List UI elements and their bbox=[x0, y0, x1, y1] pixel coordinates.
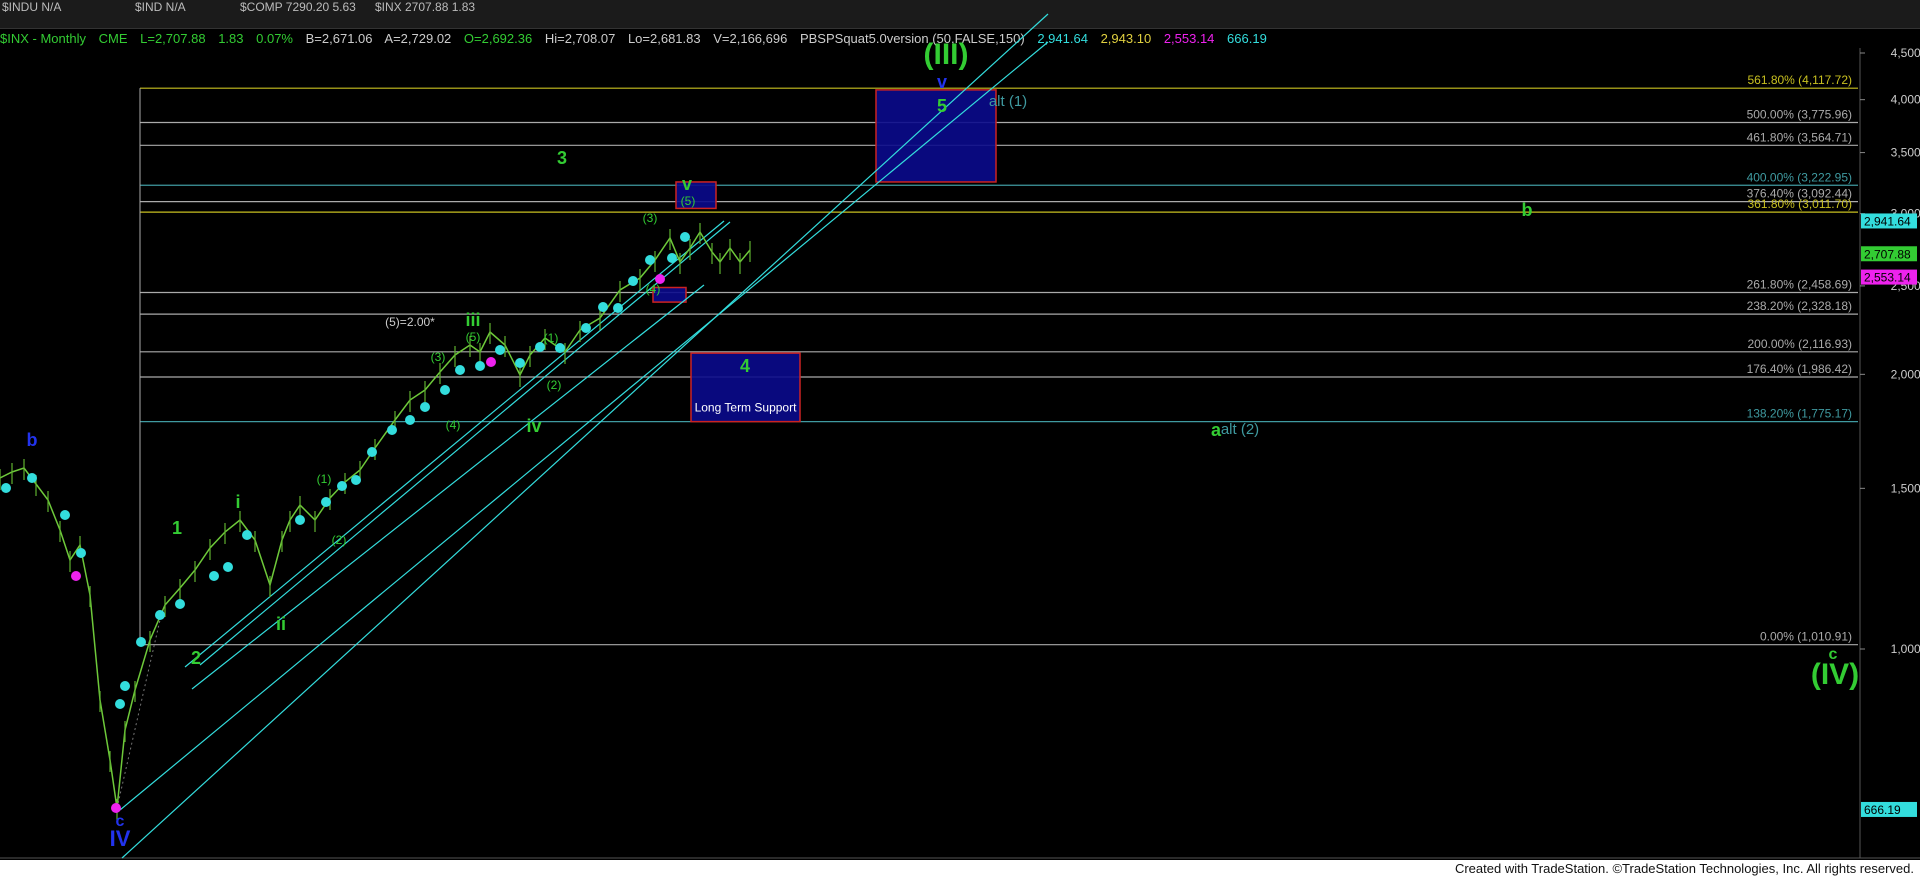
pivot-point bbox=[71, 571, 81, 581]
fib-label: 500.00% (3,775.96) bbox=[1747, 108, 1852, 122]
wave-label: (1) bbox=[317, 472, 332, 486]
wave-label: (5)=2.00* bbox=[385, 315, 435, 329]
swing-point bbox=[680, 232, 690, 242]
wave-label: (3) bbox=[643, 211, 658, 225]
wave-label: iii bbox=[465, 310, 480, 330]
wave-label: 5 bbox=[937, 96, 947, 116]
swing-point bbox=[120, 681, 130, 691]
wave-label: i bbox=[235, 492, 240, 512]
fib-label: 238.20% (2,328.18) bbox=[1747, 299, 1852, 313]
swing-point bbox=[405, 415, 415, 425]
swing-point bbox=[455, 365, 465, 375]
wave-label: (5) bbox=[466, 330, 481, 344]
price-tag-label: 2,707.88 bbox=[1864, 247, 1911, 261]
price-chart[interactable]: 561.80% (4,117.72) 500.00% (3,775.96) 461.… bbox=[0, 0, 1920, 878]
pivot-point bbox=[111, 803, 121, 813]
price-series bbox=[0, 230, 751, 809]
swing-point bbox=[667, 253, 677, 263]
y-tick-label: 1,500.00 bbox=[1891, 481, 1920, 495]
wave-label: alt (2) bbox=[1221, 421, 1259, 438]
wave-label: 3 bbox=[557, 148, 567, 168]
box-label: Long Term Support bbox=[695, 401, 798, 415]
fib-label: 361.80% (3,011.70) bbox=[1747, 197, 1852, 211]
copyright-footer: Created with TradeStation. ©TradeStation… bbox=[1452, 861, 1916, 876]
fib-label: 461.80% (3,564.71) bbox=[1747, 130, 1852, 144]
wave-label: ii bbox=[276, 614, 286, 634]
swing-point bbox=[351, 475, 361, 485]
dotted-connector bbox=[116, 619, 161, 809]
y-tick-label: 4,000.00 bbox=[1891, 93, 1920, 107]
wave-label: (III) bbox=[924, 38, 969, 71]
price-tag-label: 2,553.14 bbox=[1864, 271, 1911, 285]
wave-label: (3) bbox=[431, 350, 446, 364]
swing-point bbox=[387, 425, 397, 435]
fib-label: 0.00% (1,010.91) bbox=[1760, 630, 1852, 644]
fib-label: 400.00% (3,222.95) bbox=[1747, 170, 1852, 184]
swing-point bbox=[136, 637, 146, 647]
swing-point bbox=[60, 510, 70, 520]
wave-label: b bbox=[27, 430, 38, 450]
fib-label: 261.80% (2,458.69) bbox=[1747, 278, 1852, 292]
wave-label: (5) bbox=[681, 194, 696, 208]
fib-label: 200.00% (2,116.93) bbox=[1747, 337, 1852, 351]
swing-point bbox=[645, 255, 655, 265]
y-tick-label: 2,000.00 bbox=[1891, 367, 1920, 381]
y-tick-label: 1,000.00 bbox=[1891, 642, 1920, 656]
swing-point bbox=[367, 447, 377, 457]
wave-label: 4 bbox=[740, 356, 750, 376]
swing-point bbox=[115, 699, 125, 709]
wave-label: v bbox=[937, 72, 947, 92]
y-tick-label: 3,500.00 bbox=[1891, 146, 1920, 160]
swing-point bbox=[155, 610, 165, 620]
swing-point bbox=[420, 402, 430, 412]
swing-point bbox=[223, 562, 233, 572]
wave-label: 1 bbox=[172, 518, 182, 538]
wave-label: (2) bbox=[332, 533, 347, 547]
wave-label: alt (1) bbox=[989, 93, 1027, 110]
swing-point bbox=[209, 571, 219, 581]
trend-channel bbox=[121, 13, 1049, 859]
fib-label: 138.20% (1,775.17) bbox=[1747, 407, 1852, 421]
wave-label: (4) bbox=[446, 418, 461, 432]
wave-label: (4) bbox=[646, 282, 661, 296]
swing-point bbox=[295, 515, 305, 525]
trend-channel bbox=[184, 220, 725, 668]
swing-point bbox=[613, 303, 623, 313]
wave-label: iv bbox=[526, 416, 541, 436]
swing-point bbox=[27, 473, 37, 483]
wave-label: b bbox=[1522, 200, 1533, 220]
fib-label: 176.40% (1,986.42) bbox=[1747, 362, 1852, 376]
wave-label: v bbox=[682, 174, 692, 194]
swing-point bbox=[475, 361, 485, 371]
price-tag-label: 666.19 bbox=[1864, 803, 1901, 817]
y-tick-label: 4,500.00 bbox=[1891, 46, 1920, 60]
swing-point bbox=[242, 530, 252, 540]
wave-label: 2 bbox=[191, 648, 201, 668]
price-tag-label: 2,941.64 bbox=[1864, 214, 1911, 228]
trend-channel bbox=[191, 284, 705, 690]
swing-point bbox=[598, 302, 608, 312]
swing-point bbox=[628, 276, 638, 286]
swing-point bbox=[175, 599, 185, 609]
wave-label: (1) bbox=[544, 331, 559, 345]
trend-channel bbox=[119, 41, 1049, 811]
wave-label: IV bbox=[110, 826, 131, 851]
wave-label: (IV) bbox=[1811, 658, 1859, 691]
swing-point bbox=[495, 345, 505, 355]
wave-label: (2) bbox=[547, 378, 562, 392]
swing-point bbox=[337, 481, 347, 491]
swing-point bbox=[76, 548, 86, 558]
swing-point bbox=[515, 358, 525, 368]
swing-point bbox=[321, 497, 331, 507]
swing-point bbox=[581, 323, 591, 333]
swing-point bbox=[1, 483, 11, 493]
pivot-point bbox=[486, 357, 496, 367]
swing-point bbox=[440, 385, 450, 395]
fib-label: 561.80% (4,117.72) bbox=[1747, 73, 1852, 87]
